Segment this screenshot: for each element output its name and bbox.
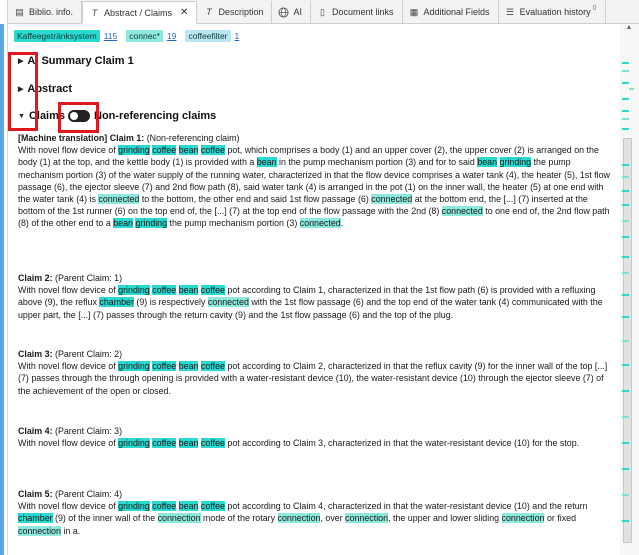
claim-2: Claim 2: (Parent Claim: 1) With novel fl… [18,272,615,321]
claim-4: Claim 4: (Parent Claim: 3) With novel fl… [18,425,615,449]
hit-marker [622,128,629,130]
claim-heading: Claim 2: (Parent Claim: 1) [18,272,615,284]
hit-marker [622,390,629,392]
hit-marker [622,236,629,238]
text-icon: T [206,7,212,17]
hit-marker [622,364,629,366]
text-icon: T [91,7,98,18]
hit-marker [622,494,629,496]
tab-badge: 0 [592,4,597,12]
tab-document-links[interactable]: ▯ Document links [311,1,403,23]
tab-label: Document links [331,7,394,17]
hit-marker [622,220,629,222]
claim-label: Claim 2: [18,273,53,283]
annotation-box-toggle [58,102,99,133]
filter-chip[interactable]: connec* [126,30,163,42]
hit-marker [622,176,629,178]
hit-marker [622,520,629,522]
section-title: AI Summary Claim 1 [27,55,134,67]
tab-bar: ▤ Biblio. info. T Abstract / Claims ✕ T … [8,0,639,24]
hit-marker [622,340,629,342]
tab-label: Biblio. info. [29,7,74,17]
tab-label: Evaluation history [519,7,591,17]
toggle-label: Non-referencing claims [94,110,217,122]
document-icon: ▯ [320,6,325,17]
claim-3: Claim 3: (Parent Claim: 2) With novel fl… [18,348,615,397]
hit-marker [622,118,629,120]
tab-abstract-claims[interactable]: T Abstract / Claims ✕ [82,1,198,24]
hit-marker [629,88,634,90]
scroll-up-icon[interactable]: ▲ [623,24,635,34]
hit-marker [622,190,629,192]
parent-claim: (Parent Claim: 4) [55,489,123,499]
claim-label: [Machine translation] Claim 1: [18,133,145,143]
filter-chip[interactable]: Kaffeegetränksystem [14,30,100,42]
claim-text: With novel flow device of grinding coffe… [18,501,588,536]
tab-ai[interactable]: AI [272,1,311,23]
hit-marker [622,256,629,258]
filter-chip[interactable]: coffeefilter [185,30,231,42]
hit-marker [622,416,629,418]
hit-marker [622,442,629,444]
claim-heading: Claim 4: (Parent Claim: 3) [18,425,615,437]
hit-marker [622,204,629,206]
claim-label: Claim 3: [18,349,53,359]
hit-marker [622,316,629,318]
tab-label: AI [293,7,302,17]
claim-label: Claim 5: [18,489,53,499]
filter-count[interactable]: 19 [167,31,176,41]
left-accent-bar [0,24,4,555]
claim-text: With novel flow device of grinding coffe… [18,285,603,320]
grid-icon: ▦ [409,6,419,17]
hit-marker [622,82,629,84]
claim-1-heading: [Machine translation] Claim 1: (Non-refe… [18,132,615,144]
tab-label: Description [218,7,264,17]
hit-marker [622,98,629,100]
tab-additional-fields[interactable]: ▦ Additional Fields [403,1,499,23]
parent-claim: (Parent Claim: 3) [55,426,123,436]
hit-marker [622,294,629,296]
term-filter-bar: Kaffeegetränksystem 115 connec* 19 coffe… [14,30,244,42]
claim-1-text: With novel flow device of grinding coffe… [18,145,610,229]
hit-marker [622,164,629,166]
filter-count[interactable]: 115 [104,31,118,41]
book-icon: ▤ [15,6,24,17]
tab-label: Abstract / Claims [104,7,173,18]
claim-5: Claim 5: (Parent Claim: 4) With novel fl… [18,488,615,537]
claim-heading: Claim 3: (Parent Claim: 2) [18,348,615,360]
parent-claim: (Parent Claim: 1) [55,273,123,283]
list-icon: ☰ [506,6,515,17]
filter-count[interactable]: 1 [235,31,240,41]
hit-marker [622,110,629,112]
section-claims[interactable]: ▼ Claims Non-referencing claims [18,110,216,122]
hit-marker [622,468,629,470]
hit-marker [622,70,629,72]
claim-label: Claim 4: [18,426,53,436]
claim-kind: (Non-referencing claim) [146,133,240,143]
tab-description[interactable]: T Description [197,1,273,23]
claim-1: [Machine translation] Claim 1: (Non-refe… [18,132,615,230]
tab-biblio-info[interactable]: ▤ Biblio. info. [8,1,83,23]
hit-marker [622,272,629,274]
parent-claim: (Parent Claim: 2) [55,349,123,359]
claim-text: With novel flow device of grinding coffe… [18,438,580,449]
hit-marker [622,62,629,64]
tab-label: Additional Fields [423,7,490,17]
ai-globe-icon [278,7,289,18]
annotation-box-left [8,52,38,131]
left-gutter [0,0,8,555]
tab-evaluation-history[interactable]: ☰ Evaluation history 0 [499,1,606,23]
claim-heading: Claim 5: (Parent Claim: 4) [18,488,615,500]
claim-text: With novel flow device of grinding coffe… [18,361,608,396]
close-icon[interactable]: ✕ [180,7,188,18]
vertical-scrollbar[interactable]: ▲ [620,24,639,555]
